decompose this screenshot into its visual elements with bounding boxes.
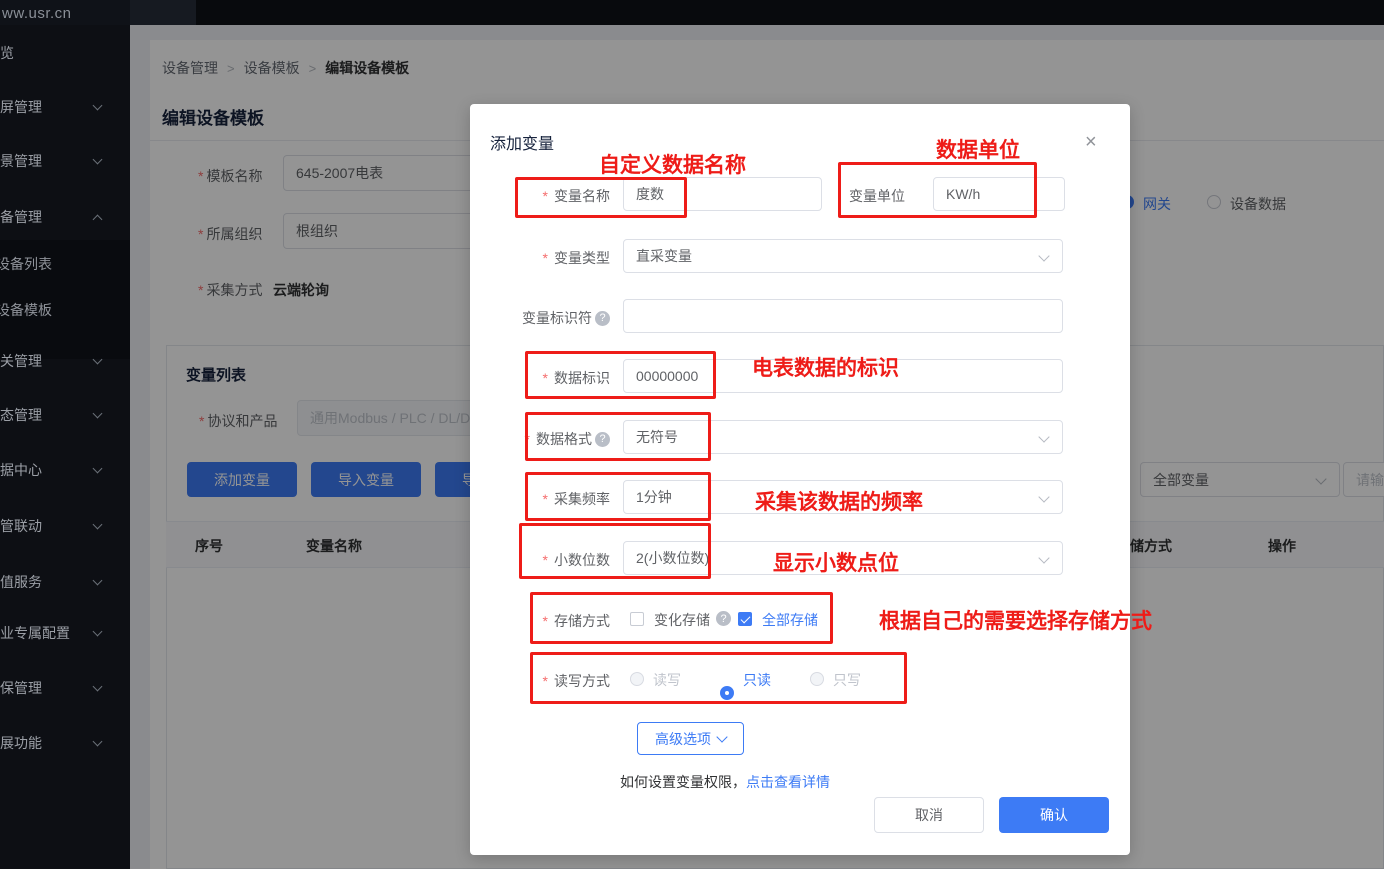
- cancel-button[interactable]: 取消: [874, 797, 984, 833]
- sidebar-item-value-service[interactable]: 值服务: [0, 571, 130, 593]
- annotation-box-storage: [530, 592, 833, 644]
- sidebar-item-device-list[interactable]: 设备列表: [0, 253, 130, 275]
- variable-identifier-input[interactable]: [623, 299, 1063, 333]
- chevron-down-icon: [1038, 552, 1049, 563]
- chevron-up-icon: [93, 214, 103, 224]
- chevron-down-icon: [93, 355, 103, 365]
- annotation-data-unit: 数据单位: [936, 134, 1020, 164]
- sidebar-item-overview[interactable]: 览: [0, 42, 130, 64]
- variable-type-label: *变量类型: [470, 248, 610, 268]
- annotation-box-unit: [838, 162, 1037, 218]
- chevron-down-icon: [716, 731, 727, 742]
- view-details-link[interactable]: 点击查看详情: [746, 774, 830, 790]
- sidebar-item-gateway-mgmt[interactable]: 关管理: [0, 350, 130, 372]
- annotation-data-id: 电表数据的标识: [752, 352, 899, 382]
- confirm-button[interactable]: 确认: [999, 797, 1109, 833]
- chevron-down-icon: [93, 464, 103, 474]
- sidebar-item-data-center[interactable]: 据中心: [0, 459, 130, 481]
- chevron-down-icon: [93, 409, 103, 419]
- annotation-box-rw: [530, 652, 907, 704]
- screen: ww.usr.cn 览 屏管理 景管理 备管理 设备列表 设备模板 关管理: [0, 0, 1384, 869]
- annotation-box-frequency: [525, 472, 711, 521]
- close-icon[interactable]: ×: [1085, 132, 1097, 152]
- chevron-down-icon: [93, 101, 103, 111]
- sidebar-item-screen-mgmt[interactable]: 屏管理: [0, 96, 130, 118]
- chevron-down-icon: [93, 627, 103, 637]
- annotation-storage: 根据自己的需要选择存储方式: [879, 605, 1152, 635]
- annotation-box-data-id: [525, 351, 716, 399]
- sidebar-item-alarm-link[interactable]: 管联动: [0, 515, 130, 537]
- chevron-down-icon: [93, 155, 103, 165]
- chevron-down-icon: [1038, 491, 1049, 502]
- sidebar-item-device-template[interactable]: 设备模板: [0, 299, 130, 321]
- sidebar-item-maintenance-mgmt[interactable]: 保管理: [0, 677, 130, 699]
- annotation-decimals: 显示小数点位: [773, 547, 899, 577]
- chevron-down-icon: [1038, 431, 1049, 442]
- modal-title: 添加变量: [490, 130, 554, 154]
- chevron-down-icon: [93, 520, 103, 530]
- sidebar-item-industry-config[interactable]: 业专属配置: [0, 622, 130, 644]
- annotation-box-format: [525, 412, 711, 461]
- logo-text: ww.usr.cn: [2, 5, 72, 22]
- chevron-down-icon: [1038, 250, 1049, 261]
- annotation-box-name: [515, 177, 687, 218]
- sidebar-item-device-mgmt[interactable]: 备管理: [0, 206, 130, 228]
- variable-identifier-label: 变量标识符 ?: [470, 308, 610, 328]
- annotation-custom-name: 自定义数据名称: [599, 149, 746, 179]
- variable-type-select[interactable]: 直采变量: [623, 239, 1063, 273]
- annotation-frequency: 采集该数据的频率: [755, 486, 923, 516]
- chevron-down-icon: [93, 682, 103, 692]
- sidebar-item-config-mgmt[interactable]: 态管理: [0, 404, 130, 426]
- sidebar-item-extended-func[interactable]: 展功能: [0, 732, 130, 754]
- permission-help-line: 如何设置变量权限，点击查看详情: [620, 772, 830, 792]
- sidebar: 览 屏管理 景管理 备管理 设备列表 设备模板 关管理 态管理 据中心: [0, 25, 130, 869]
- advanced-options-button[interactable]: 高级选项: [637, 722, 744, 755]
- help-icon[interactable]: ?: [595, 311, 610, 326]
- chevron-down-icon: [93, 737, 103, 747]
- annotation-box-decimals: [519, 523, 711, 579]
- sidebar-item-scene-mgmt[interactable]: 景管理: [0, 150, 130, 172]
- chevron-down-icon: [93, 576, 103, 586]
